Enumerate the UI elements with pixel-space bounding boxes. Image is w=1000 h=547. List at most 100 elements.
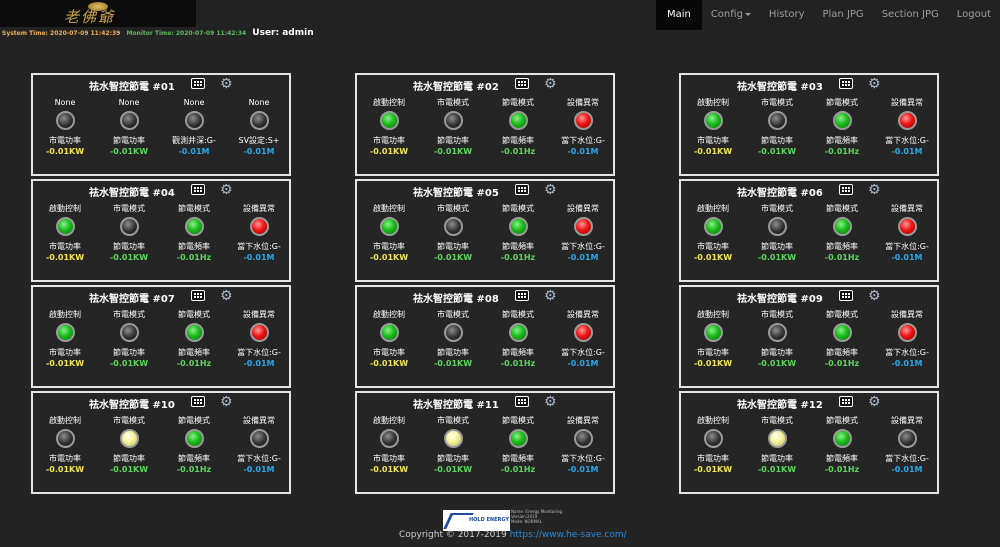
panel-header: 祛水智控節電 #03 ⚙ [681, 75, 937, 97]
panel-header: 祛水智控節電 #02 ⚙ [357, 75, 613, 97]
indicator-label: 設備異常 [567, 98, 599, 107]
indicator-cell: 啟動控制 市電功率 -0.01KW [357, 415, 421, 493]
gear-icon[interactable]: ⚙ [868, 183, 882, 197]
grid-dot [521, 296, 523, 298]
status-lamp-icon [508, 323, 528, 342]
grid-dot [521, 293, 523, 295]
gear-icon[interactable]: ⚙ [868, 289, 882, 303]
reading-value: -0.01KW [757, 253, 797, 262]
grid-dot [521, 399, 523, 401]
gear-icon[interactable]: ⚙ [220, 395, 234, 409]
reading-value: -0.01KW [45, 147, 85, 156]
gear-icon[interactable]: ⚙ [544, 289, 558, 303]
reading-label: 節電功率 [761, 242, 793, 251]
status-lamp-icon [832, 111, 852, 130]
reading-label: 市電功率 [373, 136, 405, 145]
reading-value: -0.01KW [45, 465, 85, 474]
reading-value: -0.01KW [693, 465, 733, 474]
indicator-label: 節電模式 [502, 204, 534, 213]
grid-dot [842, 293, 844, 295]
grid-dot [521, 81, 523, 83]
status-lamp-icon [832, 217, 852, 236]
grid-icon[interactable] [191, 184, 205, 195]
reading-label: 當下水位:G- [237, 454, 281, 463]
panel-title: 祛水智控節電 #06 [737, 188, 823, 199]
indicator-cell: None 市電功率 -0.01KW [33, 97, 97, 175]
gear-icon[interactable]: ⚙ [868, 395, 882, 409]
grid-dot [194, 81, 196, 83]
grid-icon[interactable] [515, 78, 529, 89]
status-lamp-icon [443, 111, 463, 130]
reading-value: -0.01M [243, 465, 275, 474]
grid-icon[interactable] [839, 78, 853, 89]
device-panel: 祛水智控節電 #05 ⚙ 啟動控制 市電功率 -0.01KW 市電模式 節電功率 -0.01K… [355, 179, 615, 282]
grid-icon[interactable] [515, 290, 529, 301]
reading-value: -0.01Hz [500, 147, 536, 156]
panel-header: 祛水智控節電 #01 ⚙ [33, 75, 289, 97]
panel-header: 祛水智控節電 #09 ⚙ [681, 287, 937, 309]
grid-dot [848, 293, 850, 295]
grid-dot [524, 399, 526, 401]
gear-icon[interactable]: ⚙ [544, 77, 558, 91]
grid-icon[interactable] [839, 184, 853, 195]
reading-label: 市電功率 [49, 348, 81, 357]
grid-dot [521, 190, 523, 192]
grid-dot [518, 81, 520, 83]
grid-icon[interactable] [191, 396, 205, 407]
indicator-cell: 設備異常 當下水位:G- -0.01M [227, 309, 291, 387]
grid-dot [200, 190, 202, 192]
reading-label: 節電功率 [761, 454, 793, 463]
reading-label: 節電功率 [113, 454, 145, 463]
reading-label: 節電功率 [113, 242, 145, 251]
grid-icon[interactable] [191, 78, 205, 89]
indicator-cell: 市電模式 節電功率 -0.01KW [421, 203, 485, 281]
gear-icon[interactable]: ⚙ [868, 77, 882, 91]
reading-value: -0.01KW [109, 253, 149, 262]
reading-label: 節電功率 [113, 348, 145, 357]
indicator-cell: 啟動控制 市電功率 -0.01KW [357, 203, 421, 281]
site-link[interactable]: https://www.he-save.com/ [510, 530, 627, 540]
grid-icon[interactable] [515, 184, 529, 195]
status-lamp-icon [119, 217, 139, 236]
indicator-label: None [183, 98, 205, 107]
indicator-cell: 市電模式 節電功率 -0.01KW [745, 203, 809, 281]
grid-dot [842, 190, 844, 192]
gear-icon[interactable]: ⚙ [220, 77, 234, 91]
reading-value: -0.01KW [45, 359, 85, 368]
reading-value: -0.01Hz [824, 465, 860, 474]
gear-icon[interactable]: ⚙ [220, 183, 234, 197]
reading-value: -0.01Hz [176, 465, 212, 474]
gear-icon[interactable]: ⚙ [544, 395, 558, 409]
indicator-cell: 節電模式 節電頻率 -0.01Hz [162, 415, 226, 493]
indicator-label: 節電模式 [826, 98, 858, 107]
indicator-cell: 市電模式 節電功率 -0.01KW [421, 97, 485, 175]
indicator-cell: 設備異常 當下水位:G- -0.01M [875, 309, 939, 387]
grid-icon[interactable] [191, 290, 205, 301]
indicator-cell: 設備異常 當下水位:G- -0.01M [551, 203, 615, 281]
reading-value: -0.01KW [433, 253, 473, 262]
grid-dot [845, 187, 847, 189]
indicator-cell: 市電模式 節電功率 -0.01KW [745, 309, 809, 387]
panel-title: 祛水智控節電 #02 [413, 82, 499, 93]
indicator-cell: 節電模式 節電頻率 -0.01Hz [162, 203, 226, 281]
grid-icon[interactable] [839, 396, 853, 407]
panel-header: 祛水智控節電 #12 ⚙ [681, 393, 937, 415]
grid-dot [845, 84, 847, 86]
grid-dot [200, 81, 202, 83]
grid-dot [200, 296, 202, 298]
indicator-label: 設備異常 [243, 310, 275, 319]
gear-icon[interactable]: ⚙ [544, 183, 558, 197]
grid-dot [845, 402, 847, 404]
gear-icon[interactable]: ⚙ [220, 289, 234, 303]
reading-label: 節電頻率 [826, 242, 858, 251]
indicator-cell: 設備異常 當下水位:G- -0.01M [875, 203, 939, 281]
status-lamp-icon [573, 323, 593, 342]
grid-dot [518, 296, 520, 298]
indicator-cell: 節電模式 節電頻率 -0.01Hz [486, 203, 550, 281]
indicator-cell: 市電模式 節電功率 -0.01KW [97, 415, 161, 493]
status-lamp-icon [184, 111, 204, 130]
grid-dot [194, 399, 196, 401]
grid-icon[interactable] [515, 396, 529, 407]
grid-icon[interactable] [839, 290, 853, 301]
grid-dot [197, 190, 199, 192]
